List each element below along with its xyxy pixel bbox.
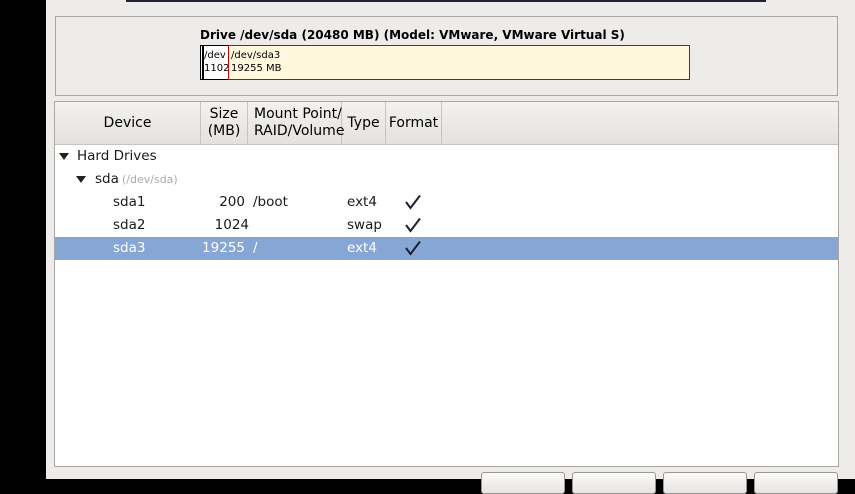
column-header-size[interactable]: Size (MB) bbox=[201, 102, 248, 144]
column-label: Format bbox=[388, 114, 439, 131]
checkmark-icon bbox=[404, 240, 422, 263]
tree-group-row[interactable]: Hard Drives bbox=[55, 145, 838, 168]
drive-panel: Drive /dev/sda (20480 MB) (Model: VMware… bbox=[55, 16, 838, 96]
cell-type: ext4 bbox=[347, 240, 377, 256]
column-header-type[interactable]: Type bbox=[342, 102, 386, 144]
table-row[interactable]: sda2 1024 swap bbox=[55, 214, 838, 237]
disk-name: sda bbox=[95, 171, 119, 187]
drive-bar: /dev 1102 /dev/sda3 19255 MB bbox=[200, 45, 690, 80]
partition-table: Device Size (MB) Mount Point/ RAID/Volum… bbox=[54, 101, 839, 467]
cell-type: swap bbox=[347, 217, 382, 233]
edit-button[interactable] bbox=[572, 472, 656, 494]
cell-mount: /boot bbox=[253, 194, 288, 210]
table-row[interactable]: sda3 19255 / ext4 bbox=[55, 237, 838, 260]
column-label: Mount Point/ RAID/Volume bbox=[254, 106, 345, 139]
column-label: Size (MB) bbox=[207, 106, 241, 139]
cell-type: ext4 bbox=[347, 194, 377, 210]
column-header-mount[interactable]: Mount Point/ RAID/Volume bbox=[248, 102, 345, 144]
create-button[interactable] bbox=[481, 472, 565, 494]
segment-name: /dev bbox=[204, 50, 226, 61]
top-bar bbox=[126, 0, 766, 2]
cell-device: sda2 bbox=[113, 217, 146, 233]
drive-label: Drive /dev/sda (20480 MB) (Model: VMware… bbox=[200, 28, 625, 42]
column-label: Type bbox=[347, 114, 380, 131]
segment-name: /dev/sda3 bbox=[231, 50, 281, 61]
drive-segment-sda3[interactable]: /dev/sda3 19255 MB bbox=[228, 45, 690, 80]
column-header-device[interactable]: Device bbox=[55, 102, 201, 144]
tree-disk-row[interactable]: sda (/dev/sda) bbox=[55, 168, 838, 191]
column-header-format[interactable]: Format bbox=[386, 102, 442, 144]
cell-device: sda1 bbox=[113, 194, 146, 210]
segment-size: 1102 bbox=[204, 63, 229, 74]
partition-window: Drive /dev/sda (20480 MB) (Model: VMware… bbox=[46, 0, 855, 494]
reset-button[interactable] bbox=[754, 472, 838, 494]
cell-device: sda3 bbox=[113, 240, 146, 256]
triangle-down-icon[interactable] bbox=[59, 153, 69, 160]
table-row[interactable]: sda1 200 /boot ext4 bbox=[55, 191, 838, 214]
cell-size: 1024 bbox=[214, 217, 249, 233]
cell-size: 19255 bbox=[202, 240, 245, 256]
disk-path: (/dev/sda) bbox=[122, 173, 178, 186]
segment-size: 19255 MB bbox=[231, 63, 282, 74]
delete-button[interactable] bbox=[663, 472, 747, 494]
column-label: Device bbox=[103, 114, 152, 131]
triangle-down-icon[interactable] bbox=[76, 176, 86, 183]
group-label: Hard Drives bbox=[77, 148, 157, 164]
cell-mount: / bbox=[253, 240, 258, 256]
cell-size: 200 bbox=[219, 194, 245, 210]
drive-segment-sda2[interactable]: /dev 1102 bbox=[203, 45, 229, 80]
table-header: Device Size (MB) Mount Point/ RAID/Volum… bbox=[55, 102, 838, 145]
